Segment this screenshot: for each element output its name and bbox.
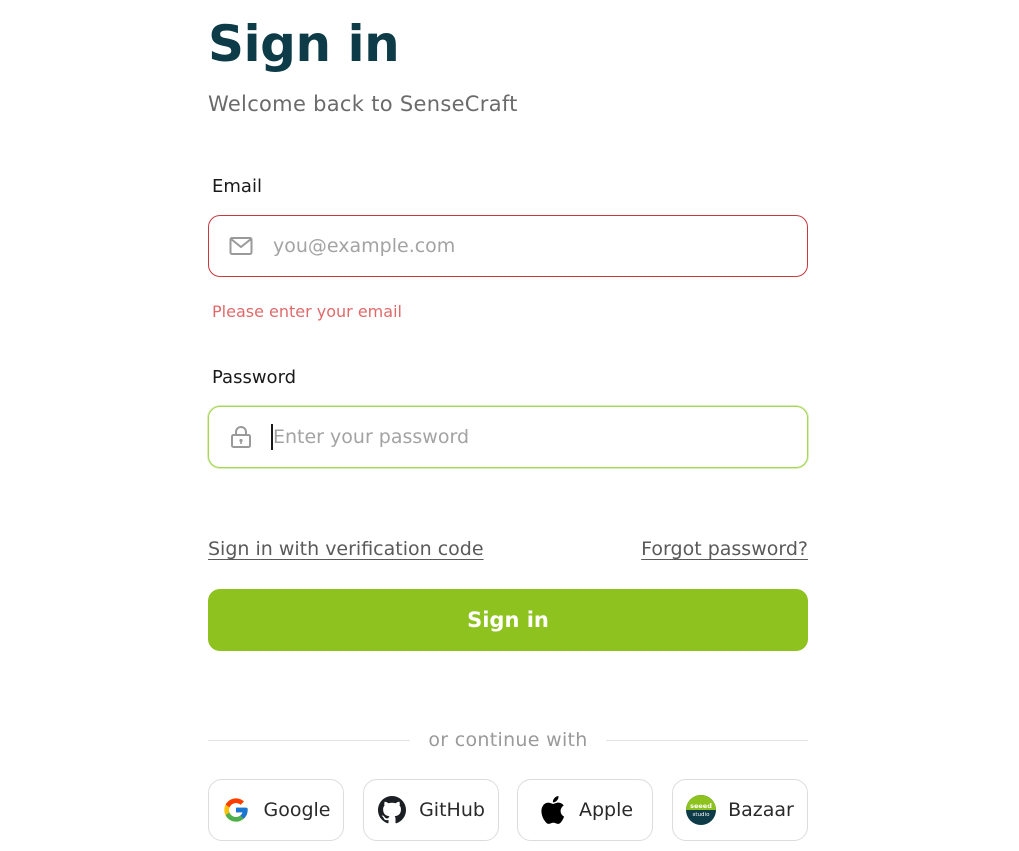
password-label: Password	[212, 367, 297, 388]
google-label: Google	[263, 799, 331, 821]
social-login-row: Google GitHub Apple seeed studio Bazaar	[208, 779, 808, 841]
svg-text:seeed: seeed	[690, 802, 712, 810]
verification-code-link[interactable]: Sign in with verification code	[208, 535, 484, 563]
divider-text: or continue with	[428, 729, 588, 751]
email-label: Email	[212, 176, 262, 197]
github-label: GitHub	[419, 799, 485, 821]
svg-text:studio: studio	[693, 812, 711, 818]
page-title: Sign in	[208, 15, 400, 73]
social-divider: or continue with	[208, 727, 808, 753]
page-subtitle: Welcome back to SenseCraft	[208, 92, 518, 116]
apple-icon	[537, 795, 567, 825]
google-button[interactable]: Google	[208, 779, 344, 841]
google-icon	[221, 795, 251, 825]
mail-icon	[229, 234, 253, 258]
divider-line-right	[605, 739, 808, 741]
bazaar-button[interactable]: seeed studio Bazaar	[672, 779, 808, 841]
password-input[interactable]	[273, 417, 791, 457]
forgot-password-link[interactable]: Forgot password?	[641, 535, 808, 563]
email-field[interactable]	[208, 215, 808, 277]
divider-line-left	[208, 739, 411, 741]
seeed-studio-logo-icon: seeed studio	[686, 795, 717, 825]
sign-in-button[interactable]: Sign in	[208, 589, 808, 651]
password-field[interactable]	[208, 406, 808, 468]
apple-button[interactable]: Apple	[517, 779, 653, 841]
lock-icon	[229, 425, 253, 449]
email-error-message: Please enter your email	[212, 302, 402, 321]
email-input[interactable]	[273, 226, 791, 266]
bazaar-label: Bazaar	[728, 799, 794, 821]
github-button[interactable]: GitHub	[363, 779, 499, 841]
github-icon	[377, 795, 407, 825]
apple-label: Apple	[578, 799, 634, 821]
